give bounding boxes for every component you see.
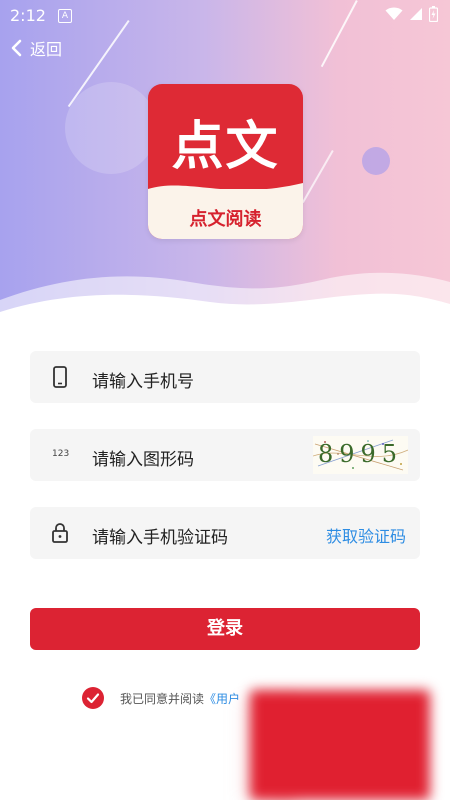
decor-circle-small (362, 147, 390, 175)
back-button[interactable]: 返回 (10, 36, 62, 60)
logo-wave (148, 183, 303, 201)
decor-circle-large (65, 82, 157, 174)
agreement-prefix: 我已同意并阅读 (120, 691, 205, 706)
logo-banner: 点文阅读 (148, 183, 303, 239)
wifi-icon (385, 7, 403, 20)
captcha-input[interactable]: 请输入图形码 (92, 445, 194, 470)
lock-icon (52, 523, 68, 543)
status-time: 2:12 (10, 6, 46, 25)
header-wave (0, 272, 450, 330)
blurred-region (250, 690, 430, 800)
logo-main-text: 点文 (171, 117, 280, 177)
captcha-field[interactable]: 123 请输入图形码 8995 (30, 429, 420, 481)
number-code-icon: 123 (52, 449, 70, 459)
captcha-image[interactable]: 8995 (313, 436, 408, 474)
phone-field[interactable]: 请输入手机号 (30, 351, 420, 403)
phone-input[interactable]: 请输入手机号 (92, 367, 194, 392)
signal-icon (410, 8, 422, 20)
check-icon (86, 693, 100, 704)
status-icons (385, 6, 438, 22)
logo-sub-text: 点文阅读 (189, 209, 262, 230)
get-code-button[interactable]: 获取验证码 (326, 523, 406, 547)
decor-line (302, 150, 334, 203)
agreement-text: 我已同意并阅读《用户 (120, 690, 240, 707)
agree-checkbox[interactable] (82, 687, 104, 709)
phone-icon (53, 366, 67, 388)
status-bar: 2:12 A (0, 0, 450, 32)
sms-code-field[interactable]: 请输入手机验证码 获取验证码 (30, 507, 420, 559)
back-label: 返回 (30, 40, 63, 59)
app-logo: 点文 点文阅读 (148, 84, 303, 239)
agreement-row: 我已同意并阅读《用户 (82, 687, 240, 709)
battery-icon (429, 6, 438, 22)
chevron-left-icon (11, 39, 22, 57)
sms-code-input[interactable]: 请输入手机验证码 (92, 523, 228, 548)
notification-badge: A (58, 9, 72, 23)
captcha-code: 8995 (317, 440, 404, 468)
login-button[interactable]: 登录 (30, 608, 420, 650)
